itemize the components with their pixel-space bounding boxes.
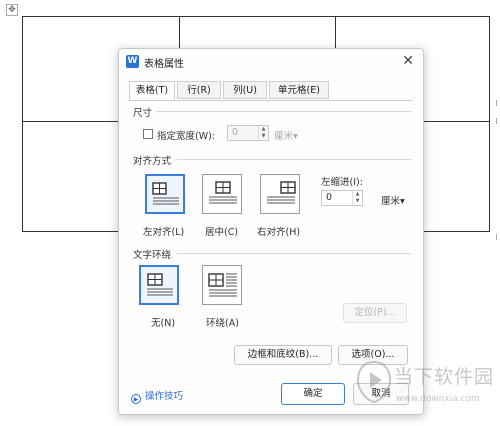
- watermark-text: 当下软件园: [394, 366, 495, 388]
- wrap-none-icon: [147, 273, 173, 296]
- size-section-rule: [149, 111, 411, 112]
- wrap-around-label: 环绕(A): [206, 318, 239, 329]
- left-indent-value: 0: [326, 192, 333, 203]
- dialog-title: 表格属性: [144, 59, 184, 70]
- indent-unit-label: 厘米: [381, 196, 401, 207]
- align-right-label: 右对齐(H): [257, 227, 301, 238]
- wrap-section-label: 文字环绕: [133, 247, 176, 261]
- chevron-down-icon: ▾: [293, 131, 298, 142]
- preferred-width-checkbox[interactable]: [143, 129, 153, 139]
- tips-link[interactable]: ▶ 操作技巧: [131, 388, 183, 404]
- align-right-option[interactable]: [260, 174, 300, 214]
- borders-shading-button[interactable]: 边框和底纹(B)...: [234, 345, 332, 365]
- preferred-width-value: 0: [232, 127, 239, 138]
- tab-cell[interactable]: 单元格(E): [269, 81, 329, 99]
- wrap-none-label: 无(N): [151, 318, 176, 329]
- dialog-titlebar: W 表格属性 ✕: [119, 49, 423, 75]
- size-section-label: 尺寸: [133, 105, 157, 119]
- tab-row[interactable]: 行(R): [177, 81, 221, 99]
- align-center-label: 居中(C): [205, 227, 239, 238]
- left-indent-input[interactable]: 0 ▲ ▼: [321, 190, 363, 206]
- align-right-icon: [267, 181, 296, 204]
- tab-table[interactable]: 表格(T): [129, 81, 175, 101]
- indent-unit-select[interactable]: 厘米▾: [381, 193, 405, 207]
- align-center-icon: [209, 181, 237, 204]
- indent-spin-arrows[interactable]: ▲ ▼: [352, 191, 362, 205]
- align-center-option[interactable]: [202, 174, 242, 214]
- chevron-down-icon: ▾: [400, 196, 405, 207]
- preferred-width-input[interactable]: 0 ▲ ▼: [227, 125, 269, 141]
- width-spin-arrows[interactable]: ▲ ▼: [258, 126, 268, 140]
- tab-underline: [129, 100, 413, 101]
- position-button[interactable]: 定位(P)...: [343, 303, 407, 323]
- tab-column[interactable]: 列(U): [223, 81, 267, 99]
- alignment-section-label: 对齐方式: [133, 153, 176, 167]
- ok-button[interactable]: 确定: [281, 383, 345, 405]
- alignment-section-rule: [177, 159, 411, 160]
- width-unit-label: 厘米: [274, 131, 294, 142]
- align-left-icon: [152, 182, 179, 205]
- close-icon[interactable]: ✕: [402, 53, 414, 69]
- wrap-around-option[interactable]: [202, 265, 242, 305]
- watermark-url: www.downxia.com: [396, 394, 480, 404]
- width-unit-select[interactable]: 厘米▾: [274, 128, 298, 142]
- wps-app-icon: W: [126, 55, 139, 68]
- watermark-logo-icon: [356, 360, 392, 404]
- site-watermark: 当下软件园 www.downxia.com: [356, 358, 496, 418]
- align-left-option[interactable]: [145, 174, 185, 214]
- wrap-around-icon: [208, 273, 237, 297]
- preferred-width-label: 指定宽度(W):: [157, 131, 216, 142]
- wrap-none-option[interactable]: [139, 265, 179, 305]
- left-indent-label: 左缩进(I):: [321, 177, 363, 188]
- play-icon: ▶: [131, 394, 141, 404]
- tips-link-label: 操作技巧: [145, 391, 184, 402]
- wrap-section-rule: [177, 253, 411, 254]
- align-left-label: 左对齐(L): [143, 227, 185, 238]
- table-move-handle[interactable]: ✥: [6, 4, 18, 16]
